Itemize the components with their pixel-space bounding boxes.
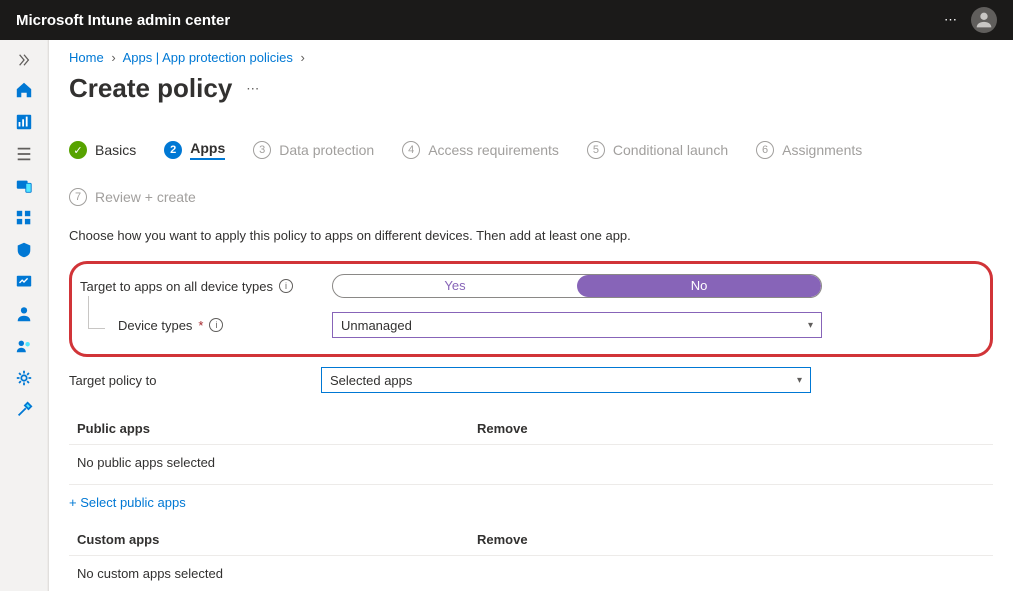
- public-apps-empty: No public apps selected: [69, 445, 993, 485]
- sidebar-item-all-services[interactable]: [0, 138, 47, 170]
- public-apps-header: Public apps Remove: [69, 411, 993, 445]
- topbar-more-button[interactable]: ⋯: [944, 12, 959, 28]
- device-types-label: Device types: [118, 318, 192, 333]
- sidebar-item-home[interactable]: [0, 74, 47, 106]
- topbar-title: Microsoft Intune admin center: [16, 12, 944, 29]
- step-basics[interactable]: ✓ Basics: [69, 141, 136, 159]
- toggle-no[interactable]: No: [577, 275, 821, 297]
- user-icon: [15, 305, 33, 323]
- target-all-toggle[interactable]: Yes No: [332, 274, 822, 298]
- info-icon[interactable]: i: [279, 279, 293, 293]
- sidebar: [0, 40, 48, 591]
- home-icon: [15, 81, 33, 99]
- tools-icon: [15, 401, 33, 419]
- sidebar-item-tenant[interactable]: [0, 362, 47, 394]
- user-avatar[interactable]: [971, 7, 997, 33]
- step-access-requirements[interactable]: 4 Access requirements: [402, 141, 559, 159]
- wizard-steps: ✓ Basics 2 Apps 3 Data protection 4 Acce…: [69, 140, 993, 206]
- required-marker: *: [198, 318, 203, 333]
- breadcrumb: Home › Apps | App protection policies ›: [69, 50, 993, 65]
- step-data-protection[interactable]: 3 Data protection: [253, 141, 374, 159]
- custom-apps-header: Custom apps Remove: [69, 522, 993, 556]
- sidebar-item-reports[interactable]: [0, 266, 47, 298]
- groups-icon: [15, 337, 33, 355]
- target-policy-label: Target policy to: [69, 373, 156, 388]
- custom-apps-empty: No custom apps selected: [69, 556, 993, 591]
- step-apps[interactable]: 2 Apps: [164, 140, 225, 160]
- check-icon: ✓: [69, 141, 87, 159]
- sidebar-item-dashboard[interactable]: [0, 106, 47, 138]
- toggle-yes[interactable]: Yes: [333, 275, 577, 297]
- main-content: Home › Apps | App protection policies › …: [48, 40, 1013, 591]
- select-public-apps-link[interactable]: + Select public apps: [69, 485, 186, 514]
- device-types-select[interactable]: Unmanaged ▾: [332, 312, 822, 338]
- breadcrumb-apps[interactable]: Apps | App protection policies: [123, 50, 293, 65]
- dashboard-icon: [15, 113, 33, 131]
- shield-icon: [15, 241, 33, 259]
- breadcrumb-sep: ›: [301, 50, 305, 65]
- remove-col: Remove: [477, 532, 993, 547]
- apps-icon: [15, 209, 33, 227]
- sidebar-item-users[interactable]: [0, 298, 47, 330]
- breadcrumb-sep: ›: [111, 50, 115, 65]
- highlight-box: Target to apps on all device types i Yes…: [69, 261, 993, 357]
- sidebar-expand-button[interactable]: [0, 46, 47, 74]
- target-policy-value: Selected apps: [330, 373, 412, 388]
- page-title: Create policy: [69, 73, 232, 104]
- custom-apps-col: Custom apps: [77, 532, 477, 547]
- gear-icon: [15, 369, 33, 387]
- hint-text: Choose how you want to apply this policy…: [69, 228, 993, 243]
- user-icon: [973, 9, 995, 31]
- chevron-double-right-icon: [17, 53, 31, 67]
- remove-col: Remove: [477, 421, 993, 436]
- chevron-down-icon: ▾: [797, 375, 802, 386]
- sidebar-item-devices[interactable]: [0, 170, 47, 202]
- sidebar-item-groups[interactable]: [0, 330, 47, 362]
- reports-icon: [15, 273, 33, 291]
- devices-icon: [15, 177, 33, 195]
- topbar: Microsoft Intune admin center ⋯: [0, 0, 1013, 40]
- page-title-more-button[interactable]: ⋯: [246, 81, 261, 97]
- public-apps-col: Public apps: [77, 421, 477, 436]
- list-icon: [15, 145, 33, 163]
- device-types-value: Unmanaged: [341, 318, 412, 333]
- breadcrumb-home[interactable]: Home: [69, 50, 104, 65]
- step-assignments[interactable]: 6 Assignments: [756, 141, 862, 159]
- info-icon[interactable]: i: [209, 318, 223, 332]
- chevron-down-icon: ▾: [808, 320, 813, 331]
- target-policy-select[interactable]: Selected apps ▾: [321, 367, 811, 393]
- sidebar-item-endpoint-security[interactable]: [0, 234, 47, 266]
- sidebar-item-apps[interactable]: [0, 202, 47, 234]
- sidebar-item-troubleshooting[interactable]: [0, 394, 47, 426]
- target-all-label: Target to apps on all device types: [80, 279, 273, 294]
- step-review-create[interactable]: 7 Review + create: [69, 188, 196, 206]
- step-conditional-launch[interactable]: 5 Conditional launch: [587, 141, 728, 159]
